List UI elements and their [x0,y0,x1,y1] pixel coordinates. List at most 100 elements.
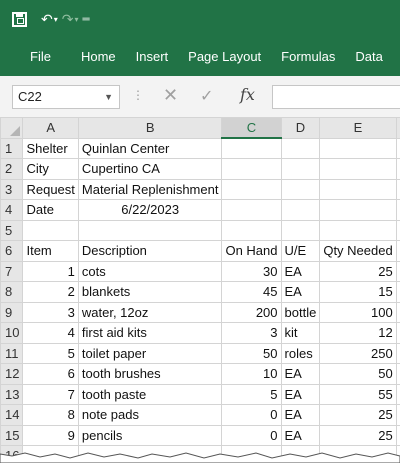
cell-c[interactable]: 0 [221,424,282,446]
cell-b[interactable]: tooth brushes [77,363,223,385]
tab-data[interactable]: Data [345,38,392,76]
row-header[interactable]: 1 [0,137,24,159]
cell-c[interactable] [221,178,282,200]
tab-file[interactable]: File [0,38,71,76]
cell-f[interactable] [395,322,400,344]
cell-c[interactable] [221,158,282,180]
cell-d[interactable]: kit [280,322,321,344]
column-header-e[interactable]: E [319,117,397,139]
cell-b[interactable]: 6/22/2023 [77,199,223,221]
name-box[interactable]: C22 ▼ [12,85,120,109]
cell-f[interactable] [395,383,400,405]
redo-icon[interactable]: ↷ ▾ [62,7,79,31]
row-header[interactable]: 15 [0,424,24,446]
cell-f[interactable] [395,199,400,221]
row-header[interactable]: 10 [0,322,24,344]
cell-c[interactable]: 5 [221,383,282,405]
cell-d[interactable]: roles [280,342,321,364]
cell-b[interactable]: water, 12oz [77,301,223,323]
cell-e[interactable]: 15 [319,281,397,303]
cell-a[interactable]: 3 [22,301,79,323]
cell-f[interactable] [395,363,400,385]
cell-d[interactable]: bottle [280,301,321,323]
cell-c[interactable]: 200 [221,301,282,323]
enter-icon[interactable]: ✓ [200,86,213,106]
row-header[interactable]: 11 [0,342,24,364]
cell-a[interactable]: 4 [22,322,79,344]
undo-icon[interactable]: ↶ ▾ [41,7,58,31]
cell-d[interactable] [280,158,321,180]
cell-b[interactable] [77,219,223,241]
cell-f[interactable] [395,219,400,241]
row-header[interactable]: 12 [0,363,24,385]
cell-f[interactable] [395,424,400,446]
cell-e[interactable]: 250 [319,342,397,364]
row-header[interactable]: 2 [0,158,24,180]
cell-a[interactable]: 1 [22,260,79,282]
cell-d[interactable] [280,137,321,159]
cell-b[interactable]: first aid kits [77,322,223,344]
cell-c[interactable] [221,199,282,221]
cell-d[interactable]: U/E [280,240,321,262]
cell-c[interactable]: 3 [221,322,282,344]
tab-home[interactable]: Home [71,38,126,76]
row-header[interactable]: 9 [0,301,24,323]
cell-b[interactable]: note pads [77,404,223,426]
cell-b[interactable]: Cupertino CA [77,158,223,180]
insert-function-icon[interactable]: fx [240,85,255,104]
cell-d[interactable]: EA [280,281,321,303]
cell-c[interactable]: 50 [221,342,282,364]
cell-f[interactable] [395,301,400,323]
cell-e[interactable] [319,137,397,159]
cell-a[interactable]: City [22,158,79,180]
cell-f[interactable] [395,260,400,282]
cell-b[interactable]: Description [77,240,223,262]
column-header-c[interactable]: C [221,117,282,139]
cell-e[interactable]: 12 [319,322,397,344]
row-header[interactable]: 6 [0,240,24,262]
column-header-d[interactable]: D [280,117,321,139]
cell-d[interactable] [280,178,321,200]
cell-b[interactable]: toilet paper [77,342,223,364]
cell-e[interactable] [319,219,397,241]
tab-page-layout[interactable]: Page Layout [178,38,271,76]
cell-a[interactable]: 9 [22,424,79,446]
cell-c[interactable]: 45 [221,281,282,303]
row-header[interactable]: 3 [0,178,24,200]
cell-f[interactable] [395,281,400,303]
cell-a[interactable]: Shelter [22,137,79,159]
row-header[interactable]: 8 [0,281,24,303]
cell-a[interactable]: Request [22,178,79,200]
cell-f[interactable] [395,137,400,159]
tab-insert[interactable]: Insert [126,38,179,76]
cell-e[interactable]: 55 [319,383,397,405]
cell-d[interactable] [280,199,321,221]
chevron-down-icon[interactable]: ▼ [104,86,113,108]
cell-a[interactable]: Item [22,240,79,262]
cell-f[interactable] [395,240,400,262]
cell-c[interactable] [221,137,282,159]
cell-a[interactable]: 6 [22,363,79,385]
cell-b[interactable]: tooth paste [77,383,223,405]
cell-a[interactable]: 5 [22,342,79,364]
cell-a[interactable]: 2 [22,281,79,303]
cell-d[interactable] [280,219,321,241]
cell-a[interactable]: Date [22,199,79,221]
cell-b[interactable]: blankets [77,281,223,303]
cell-c[interactable]: On Hand [221,240,282,262]
cell-b[interactable]: Quinlan Center [77,137,223,159]
cell-d[interactable]: EA [280,260,321,282]
tab-formulas[interactable]: Formulas [271,38,345,76]
row-header[interactable]: 7 [0,260,24,282]
cell-e[interactable]: 50 [319,363,397,385]
column-header-f[interactable] [395,117,400,139]
row-header[interactable]: 4 [0,199,24,221]
save-icon[interactable] [12,7,27,31]
cell-c[interactable]: 0 [221,404,282,426]
cell-d[interactable]: EA [280,424,321,446]
column-header-a[interactable]: A [22,117,79,139]
cell-a[interactable]: 8 [22,404,79,426]
cell-e[interactable] [319,158,397,180]
cell-e[interactable]: Qty Needed [319,240,397,262]
column-header-b[interactable]: B [77,117,223,139]
